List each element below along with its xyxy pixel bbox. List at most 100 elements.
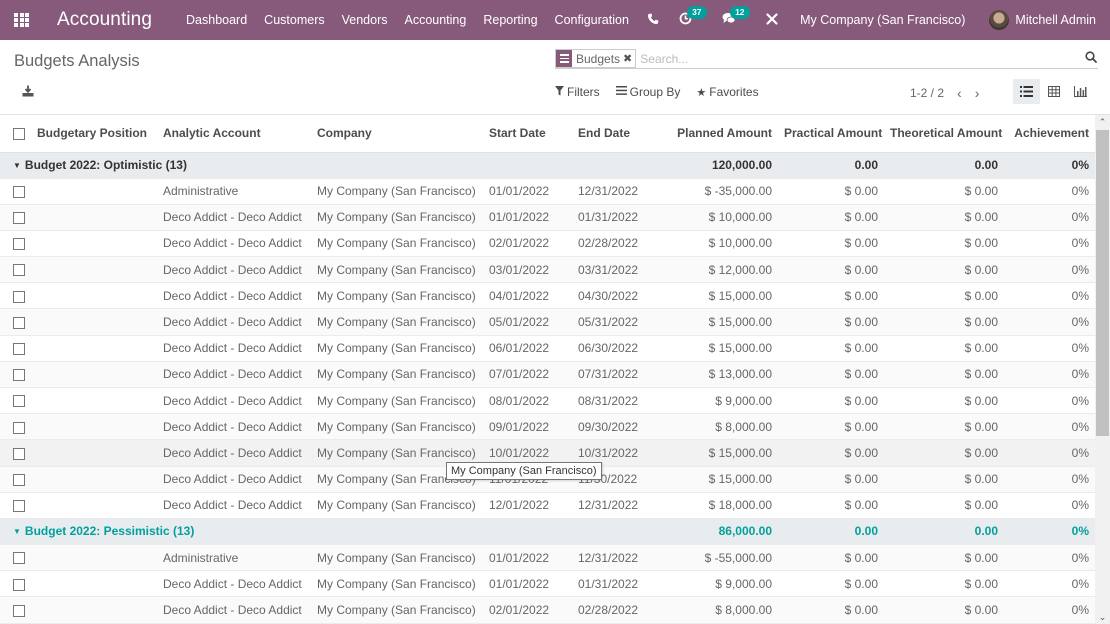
filters-button[interactable]: Filters: [555, 85, 600, 99]
page-title: Budgets Analysis: [14, 52, 140, 70]
activity-clock-icon[interactable]: 37: [679, 6, 707, 28]
row-checkbox[interactable]: [13, 578, 25, 591]
column-start-date[interactable]: Start Date: [483, 115, 572, 153]
table-row[interactable]: Deco Addict - Deco Addict My Company (San…: [0, 387, 1095, 415]
app-name[interactable]: Accounting: [57, 9, 152, 31]
table-row[interactable]: Deco Addict - Deco Addict My Company (San…: [0, 570, 1095, 598]
row-checkbox[interactable]: [13, 369, 25, 382]
row-checkbox[interactable]: [13, 473, 25, 486]
row-select-cell[interactable]: [0, 308, 157, 336]
row-select-cell[interactable]: [0, 230, 157, 258]
table-row[interactable]: Deco Addict - Deco Addict My Company (San…: [0, 596, 1095, 624]
table-row[interactable]: Deco Addict - Deco Addict My Company (San…: [0, 256, 1095, 284]
graph-view-button[interactable]: [1067, 79, 1094, 104]
row-select-cell[interactable]: [0, 544, 157, 572]
debug-tools-icon[interactable]: [766, 12, 778, 28]
row-checkbox[interactable]: [13, 395, 25, 408]
row-select-cell[interactable]: [0, 570, 157, 598]
column-achievement[interactable]: Achievement: [1004, 115, 1095, 153]
phone-icon[interactable]: [647, 13, 659, 28]
remove-facet-icon[interactable]: ✖: [623, 52, 635, 65]
menu-item-reporting[interactable]: Reporting: [483, 13, 537, 27]
table-row[interactable]: Deco Addict - Deco Addict My Company (San…: [0, 204, 1095, 231]
group-label-cell[interactable]: ▼ Budget 2022: Optimistic (13): [0, 152, 661, 179]
pivot-view-button[interactable]: [1040, 79, 1067, 104]
apps-menu-icon[interactable]: [14, 13, 30, 27]
row-checkbox[interactable]: [13, 185, 25, 198]
table-row[interactable]: Deco Addict - Deco Addict My Company (San…: [0, 282, 1095, 310]
cell-company: My Company (San Francisco): [311, 256, 483, 284]
row-checkbox[interactable]: [13, 343, 25, 356]
row-select-cell[interactable]: [0, 596, 157, 624]
table-row[interactable]: Deco Addict - Deco Addict My Company (San…: [0, 335, 1095, 362]
table-row[interactable]: Deco Addict - Deco Addict My Company (San…: [0, 230, 1095, 258]
table-row[interactable]: Deco Addict - Deco Addict My Company (San…: [0, 492, 1095, 519]
favorites-button[interactable]: ★ Favorites: [696, 85, 758, 99]
column-theoretical-amount[interactable]: Theoretical Amount: [884, 115, 1004, 153]
menu-item-vendors[interactable]: Vendors: [342, 13, 388, 27]
column-end-date[interactable]: End Date: [572, 115, 661, 153]
table-row[interactable]: Deco Addict - Deco Addict My Company (San…: [0, 361, 1095, 389]
cell-end-date: 01/31/2022: [572, 570, 661, 598]
pager-value[interactable]: 1-2 / 2: [910, 86, 944, 100]
table-row[interactable]: Deco Addict - Deco Addict My Company (San…: [0, 308, 1095, 336]
vertical-scrollbar[interactable]: ⌃ ⌄: [1095, 115, 1110, 624]
row-select-cell[interactable]: [0, 256, 157, 284]
list-view-button[interactable]: [1013, 79, 1040, 104]
scroll-down-icon[interactable]: ⌄: [1095, 610, 1110, 624]
cell-analytic-account: Deco Addict - Deco Addict: [157, 413, 311, 441]
table-row[interactable]: Administrative My Company (San Francisco)…: [0, 544, 1095, 572]
row-checkbox[interactable]: [13, 500, 25, 513]
user-menu[interactable]: Mitchell Admin: [989, 10, 1096, 30]
row-select-cell[interactable]: [0, 282, 157, 310]
row-select-cell[interactable]: [0, 439, 157, 467]
group-row[interactable]: ▼ Budget 2022: Optimistic (13) 120,000.00 0…: [0, 152, 1095, 179]
select-all-checkbox[interactable]: [13, 128, 25, 141]
scrollbar-thumb[interactable]: [1096, 130, 1109, 436]
column-analytic-account[interactable]: Analytic Account: [157, 115, 311, 153]
menu-item-configuration[interactable]: Configuration: [555, 13, 629, 27]
search-input[interactable]: [640, 51, 1071, 66]
row-checkbox[interactable]: [13, 421, 25, 434]
group-label-cell[interactable]: ▼ Budget 2022: Pessimistic (13): [0, 518, 661, 545]
row-select-cell[interactable]: [0, 335, 157, 362]
row-select-cell[interactable]: [0, 178, 157, 205]
cell-achievement: 0%: [1004, 413, 1095, 441]
row-select-cell[interactable]: [0, 492, 157, 519]
scroll-up-icon[interactable]: ⌃: [1095, 115, 1110, 129]
group-by-button[interactable]: Group By: [615, 85, 680, 99]
column-company[interactable]: Company: [311, 115, 483, 153]
budgets-table: Budgetary Position Analytic Account Comp…: [0, 115, 1095, 624]
pager-previous-icon[interactable]: ‹: [957, 85, 962, 101]
row-checkbox[interactable]: [13, 212, 25, 225]
main-menu: Dashboard Customers Vendors Accounting R…: [186, 13, 646, 27]
group-row[interactable]: ▼ Budget 2022: Pessimistic (13) 86,000.00 0…: [0, 518, 1095, 545]
row-checkbox[interactable]: [13, 604, 25, 617]
row-select-cell[interactable]: [0, 361, 157, 389]
row-checkbox[interactable]: [13, 552, 25, 565]
table-row[interactable]: Administrative My Company (San Francisco)…: [0, 178, 1095, 205]
menu-item-accounting[interactable]: Accounting: [404, 13, 466, 27]
row-checkbox[interactable]: [13, 264, 25, 277]
column-budgetary-position[interactable]: Budgetary Position: [0, 115, 157, 153]
pivot-view-icon: [1047, 86, 1060, 97]
download-icon[interactable]: [22, 85, 34, 97]
cell-start-date: 02/01/2022: [483, 230, 572, 258]
row-select-cell[interactable]: [0, 387, 157, 415]
row-select-cell[interactable]: [0, 466, 157, 493]
pager-next-icon[interactable]: ›: [975, 85, 980, 101]
column-practical-amount[interactable]: Practical Amount: [778, 115, 884, 153]
row-select-cell[interactable]: [0, 413, 157, 441]
column-planned-amount[interactable]: Planned Amount: [661, 115, 778, 153]
row-checkbox[interactable]: [13, 238, 25, 251]
search-icon[interactable]: [1085, 51, 1097, 63]
row-select-cell[interactable]: [0, 204, 157, 231]
company-switcher[interactable]: My Company (San Francisco): [800, 13, 965, 27]
row-checkbox[interactable]: [13, 290, 25, 303]
table-row[interactable]: Deco Addict - Deco Addict My Company (San…: [0, 413, 1095, 441]
row-checkbox[interactable]: [13, 447, 25, 460]
chat-icon[interactable]: 12: [722, 6, 750, 28]
row-checkbox[interactable]: [13, 316, 25, 329]
menu-item-dashboard[interactable]: Dashboard: [186, 13, 247, 27]
menu-item-customers[interactable]: Customers: [264, 13, 324, 27]
